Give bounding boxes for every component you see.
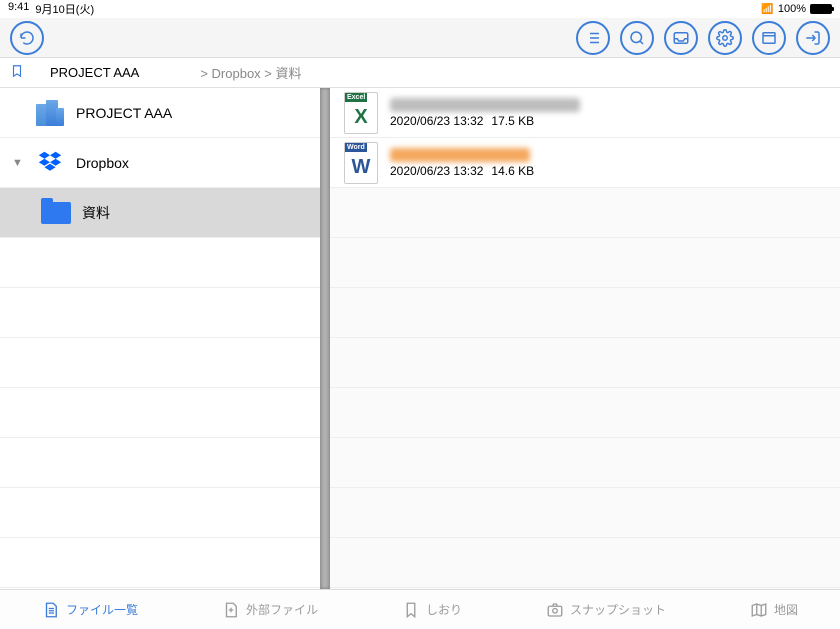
refresh-button[interactable]: [10, 21, 44, 55]
file-date: 2020/06/23 13:32: [390, 114, 483, 128]
sidebar: PROJECT AAA ▼ Dropbox 資料: [0, 88, 320, 589]
bookmark-icon: [10, 62, 24, 83]
sidebar-item-label: PROJECT AAA: [76, 105, 172, 121]
tab-label: 地図: [774, 601, 798, 618]
status-date: 9月10日(火): [35, 1, 94, 17]
breadcrumb: PROJECT AAA > Dropbox > 資料: [0, 58, 840, 88]
file-size: 14.6 KB: [491, 164, 534, 178]
filearea-empty: [330, 188, 840, 589]
file-size: 17.5 KB: [491, 114, 534, 128]
wifi-icon: [761, 3, 773, 15]
external-file-icon: [222, 601, 240, 619]
tab-label: ファイル一覧: [66, 601, 138, 618]
excel-file-icon: Excel X: [344, 92, 378, 134]
chevron-down-icon[interactable]: ▼: [12, 157, 24, 169]
camera-icon: [546, 601, 564, 619]
settings-button[interactable]: [708, 21, 742, 55]
file-badge: Word: [345, 143, 367, 152]
logout-button[interactable]: [796, 21, 830, 55]
list-button[interactable]: [576, 21, 610, 55]
breadcrumb-root[interactable]: PROJECT AAA: [50, 65, 139, 80]
sidebar-item-label: Dropbox: [76, 155, 129, 171]
search-button[interactable]: [620, 21, 654, 55]
status-battery-text: 100%: [778, 3, 806, 15]
file-letter: X: [345, 102, 377, 133]
file-letter: W: [345, 152, 377, 183]
status-time: 9:41: [8, 1, 29, 17]
bookmark-icon: [402, 601, 420, 619]
tab-bookmark[interactable]: しおり: [402, 601, 462, 619]
file-row[interactable]: Excel X 2020/06/23 13:32 17.5 KB: [330, 88, 840, 138]
sidebar-item-label: 資料: [82, 203, 110, 223]
sidebar-empty: [0, 238, 320, 589]
dropbox-icon: [34, 147, 66, 179]
map-icon: [750, 601, 768, 619]
inbox-button[interactable]: [664, 21, 698, 55]
file-list: Excel X 2020/06/23 13:32 17.5 KB Word W …: [330, 88, 840, 589]
file-name-redacted: [390, 148, 530, 162]
split-divider[interactable]: [320, 88, 330, 589]
tab-map[interactable]: 地図: [750, 601, 798, 619]
sidebar-item-project[interactable]: PROJECT AAA: [0, 88, 320, 138]
file-date: 2020/06/23 13:32: [390, 164, 483, 178]
status-bar: 9:41 9月10日(火) 100%: [0, 0, 840, 18]
file-row[interactable]: Word W 2020/06/23 13:32 14.6 KB: [330, 138, 840, 188]
tab-label: スナップショット: [570, 601, 666, 618]
tab-label: 外部ファイル: [246, 601, 318, 618]
tab-files[interactable]: ファイル一覧: [42, 601, 138, 619]
file-badge: Excel: [345, 93, 367, 102]
building-icon: [34, 97, 66, 129]
battery-icon: [810, 4, 832, 14]
toolbar: [0, 18, 840, 58]
folder-icon: [40, 197, 72, 229]
sidebar-item-folder[interactable]: 資料: [0, 188, 320, 238]
tab-external[interactable]: 外部ファイル: [222, 601, 318, 619]
word-file-icon: Word W: [344, 142, 378, 184]
breadcrumb-path[interactable]: > Dropbox > 資料: [200, 63, 301, 82]
tab-snapshot[interactable]: スナップショット: [546, 601, 666, 619]
file-list-icon: [42, 601, 60, 619]
tabbar: ファイル一覧 外部ファイル しおり スナップショット 地図: [0, 589, 840, 629]
sidebar-item-dropbox[interactable]: ▼ Dropbox: [0, 138, 320, 188]
window-button[interactable]: [752, 21, 786, 55]
file-name-redacted: [390, 98, 580, 112]
tab-label: しおり: [426, 601, 462, 618]
